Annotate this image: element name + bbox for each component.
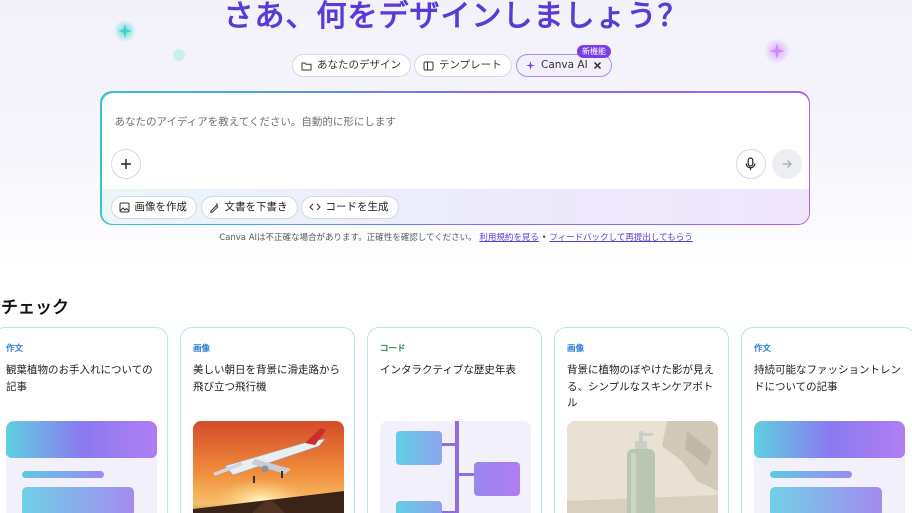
pen-sparkle-icon (209, 202, 219, 213)
prompt-input[interactable]: あなたのアイディアを教えてください。自動的に形にします (115, 114, 396, 129)
separator: • (541, 233, 547, 243)
suggestion-card[interactable]: 作文 観葉植物のお手入れについての記事 (0, 327, 168, 513)
new-feature-badge: 新機能 (577, 45, 611, 58)
draft-document-button[interactable]: 文書を下書き (200, 195, 298, 219)
mode-tabs: あなたのデザイン テンプレート Canva AI (0, 54, 912, 78)
code-icon (308, 203, 321, 211)
card-prompt: 観葉植物のお手入れについての記事 (6, 364, 153, 393)
folder-icon (301, 62, 312, 70)
plus-icon (120, 158, 131, 169)
page-title: さあ、何をデザインしましょう？ (223, 0, 689, 34)
image-icon (119, 202, 129, 212)
chip-label: コードを生成 (325, 200, 389, 213)
tab-label: テンプレート (439, 59, 502, 71)
card-prompt: 背景に植物のぼやけた影が見える、シンプルなスキンケアボトル (567, 364, 714, 409)
suggestion-card[interactable]: 画像 美しい朝日を背景に滑走路から飛び立つ飛行機 (180, 327, 355, 513)
tab-label: あなたのデザイン (317, 59, 401, 71)
arrow-right-icon (782, 159, 792, 168)
chip-label: 文書を下書き (224, 200, 288, 213)
close-icon[interactable] (593, 61, 602, 70)
card-category: 作文 (754, 344, 772, 354)
ai-prompt-box: あなたのアイディアを教えてください。自動的に形にします 画像を作成 文書を下書き… (100, 91, 810, 225)
microphone-icon (745, 156, 756, 170)
chip-label: 画像を作成 (134, 200, 188, 213)
sparkle-icon (526, 61, 535, 70)
card-category: コード (380, 344, 406, 354)
card-prompt: インタラクティブな歴史年表 (380, 364, 516, 376)
skincare-bottle-image (567, 421, 718, 513)
skincare-bottle-image-icon (567, 421, 718, 513)
template-icon (423, 61, 434, 70)
card-prompt: 美しい朝日を背景に滑走路から飛び立つ飛行機 (193, 364, 340, 393)
card-prompt: 持続可能なファッショントレンドについての記事 (754, 364, 901, 393)
tab-your-designs[interactable]: あなたのデザイン (292, 54, 411, 77)
feedback-link[interactable]: フィードバックして再提出してもらう (549, 233, 692, 243)
send-button[interactable] (771, 148, 802, 179)
suggestion-card[interactable]: 画像 背景に植物のぼやけた影が見える、シンプルなスキンケアボトル (554, 327, 729, 513)
add-button[interactable] (110, 148, 141, 179)
card-category: 画像 (567, 344, 585, 354)
document-thumbnail (6, 421, 157, 513)
create-image-button[interactable]: 画像を作成 (110, 195, 197, 219)
tab-templates[interactable]: テンプレート (414, 54, 512, 77)
microphone-button[interactable] (735, 148, 766, 179)
card-category: 作文 (6, 344, 24, 354)
generate-code-button[interactable]: コードを生成 (300, 195, 399, 219)
tab-label: Canva AI (541, 59, 588, 71)
airplane-image (193, 421, 344, 513)
document-thumbnail (754, 421, 905, 513)
prompt-actions: 画像を作成 文書を下書き コードを生成 (101, 188, 809, 224)
timeline-thumbnail (380, 421, 531, 513)
suggestion-card[interactable]: コード インタラクティブな歴史年表 (367, 327, 542, 513)
section-title: チェック (1, 298, 69, 318)
terms-link[interactable]: 利用規約を見る (479, 233, 539, 243)
card-category: 画像 (193, 344, 211, 354)
suggestion-card[interactable]: 作文 持続可能なファッショントレンドについての記事 (741, 327, 912, 513)
disclaimer-text: Canva AIは不正確な場合があります。正確性を確認してください。 (219, 233, 477, 243)
ai-disclaimer: Canva AIは不正確な場合があります。正確性を確認してください。 利用規約を… (0, 231, 912, 243)
airplane-sunset-image-icon (193, 421, 344, 513)
